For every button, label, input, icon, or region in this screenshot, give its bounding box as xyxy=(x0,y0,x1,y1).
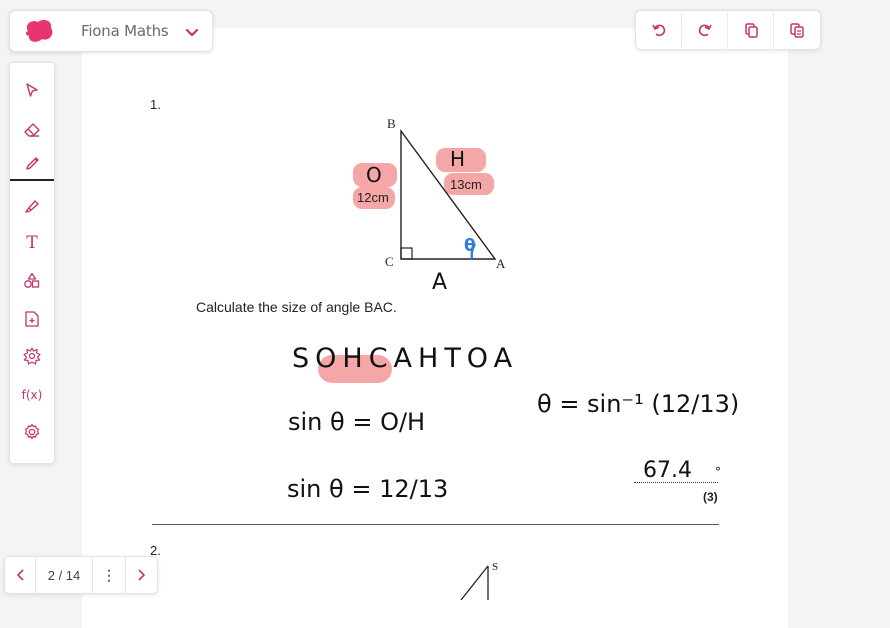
marks-label: (3) xyxy=(703,490,718,504)
brand-logo-icon xyxy=(22,18,56,49)
shapes-icon xyxy=(24,272,40,288)
copy-icon xyxy=(744,23,758,38)
edit-toolbar xyxy=(635,10,821,50)
redo-button[interactable] xyxy=(682,11,728,49)
paste-icon xyxy=(790,23,804,38)
handwritten-answer: 67.4 xyxy=(643,458,692,483)
pen-icon xyxy=(26,157,39,170)
notebook-name: Fiona Maths xyxy=(81,22,169,40)
add-image-tool[interactable] xyxy=(10,304,54,334)
add-image-icon xyxy=(25,311,39,327)
gear-icon xyxy=(24,423,40,440)
chevron-left-icon xyxy=(17,569,24,581)
question-separator xyxy=(152,524,719,525)
working-line-2: sin θ = 12/13 xyxy=(287,475,449,503)
handwritten-h: H xyxy=(450,147,466,171)
page-options-button[interactable]: ⋮ xyxy=(93,557,125,593)
cursor-arrow-icon xyxy=(26,83,38,97)
formula-icon: f(x) xyxy=(21,388,43,402)
eraser-tool[interactable] xyxy=(10,115,54,145)
right-triangle-diagram xyxy=(400,128,497,260)
working-line-1: sin θ = O/H xyxy=(288,408,426,436)
page-navigator: 2 / 14 ⋮ xyxy=(4,556,158,594)
vertex-s-label: S xyxy=(492,561,499,573)
sohcahtoa-note: SOHCAHTOA xyxy=(292,343,519,374)
vertex-a-label: A xyxy=(496,256,506,271)
paste-button[interactable] xyxy=(774,11,820,49)
hypotenuse-label: 13cm xyxy=(450,177,482,192)
select-tool[interactable] xyxy=(10,75,54,105)
page-count[interactable]: 2 / 14 xyxy=(36,557,92,593)
chevron-down-icon[interactable] xyxy=(185,25,199,43)
working-line-3: θ = sin⁻¹ (12/13) xyxy=(537,390,740,418)
shapes-tool[interactable] xyxy=(10,266,54,296)
previous-page-button[interactable] xyxy=(5,557,35,593)
question-1-text: Calculate the size of angle BAC. xyxy=(196,299,397,315)
chevron-right-icon xyxy=(137,569,145,581)
undo-icon xyxy=(651,24,665,37)
page-count-label: 2 / 14 xyxy=(47,567,81,583)
stamp-tool[interactable] xyxy=(10,341,54,371)
handwritten-theta: θ xyxy=(464,236,476,256)
tool-palette: T f(x) xyxy=(9,62,55,464)
question-1-number: 1. xyxy=(150,97,161,112)
highlighter-icon xyxy=(25,200,39,213)
settings-tool[interactable] xyxy=(10,417,54,447)
opposite-side-label: 12cm xyxy=(357,190,389,205)
pen-tool[interactable] xyxy=(10,149,54,181)
handwritten-o: O xyxy=(366,163,382,187)
handwritten-degree: ° xyxy=(715,465,721,479)
handwritten-a: A xyxy=(432,270,448,295)
text-icon: T xyxy=(26,233,38,253)
more-vertical-icon: ⋮ xyxy=(102,566,116,583)
sticker-icon xyxy=(23,347,41,365)
notebook-selector[interactable]: Fiona Maths xyxy=(9,10,213,52)
vertex-b-label: B xyxy=(387,116,396,131)
undo-button[interactable] xyxy=(636,11,682,49)
copy-button[interactable] xyxy=(728,11,774,49)
text-tool[interactable]: T xyxy=(10,228,54,258)
highlighter-tool[interactable] xyxy=(10,191,54,221)
redo-icon xyxy=(698,24,712,37)
vertex-c-label: C xyxy=(385,254,394,269)
eraser-icon xyxy=(24,123,40,137)
answer-line xyxy=(634,482,718,483)
next-page-button[interactable] xyxy=(126,557,157,593)
formula-tool[interactable]: f(x) xyxy=(10,380,54,410)
